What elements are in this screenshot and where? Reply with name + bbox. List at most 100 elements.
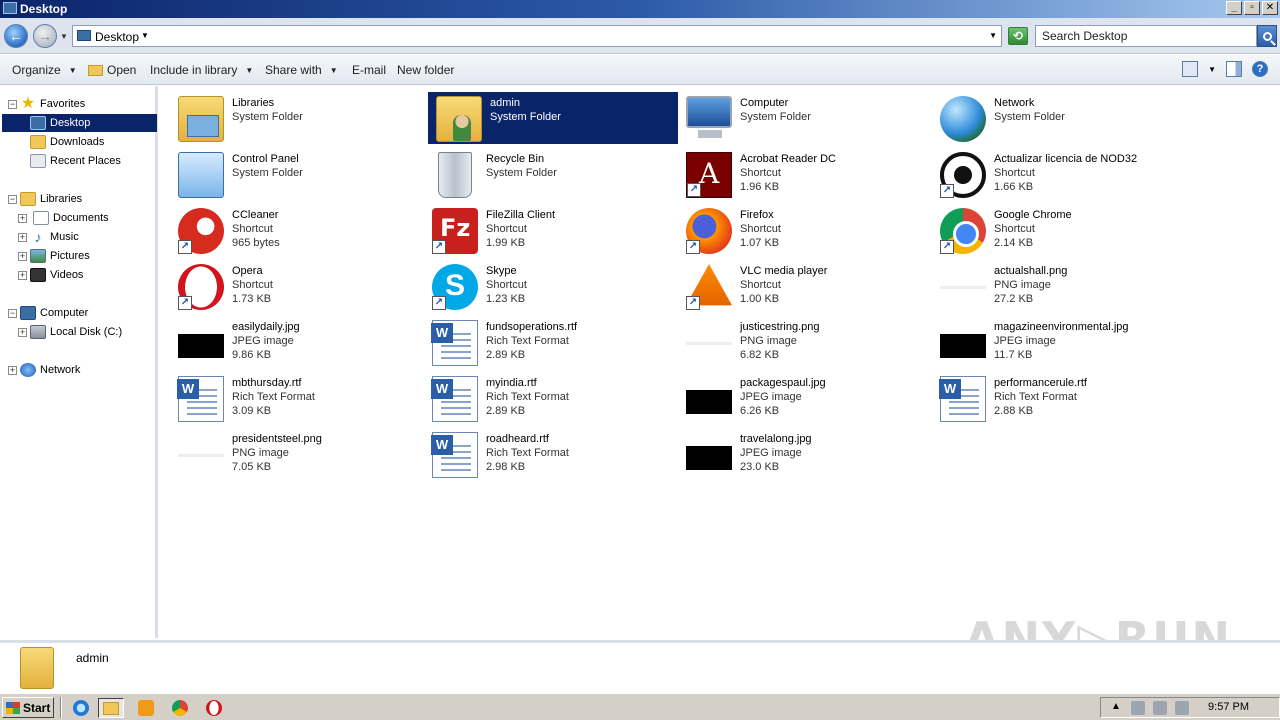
recent-pages-dropdown[interactable]: ▼ [60,32,68,41]
file-item-acrobat[interactable]: ↗ Acrobat Reader DC Shortcut 1.96 KB [678,148,928,200]
file-item-ccleaner[interactable]: ↗ CCleaner Shortcut 965 bytes [170,204,420,256]
expand-icon[interactable]: + [8,365,17,375]
file-item-computer[interactable]: Computer System Folder [678,92,928,144]
file-item-magazineenvironmental[interactable]: magazineenvironmental.jpg JPEG image 11.… [932,316,1182,368]
nav-desktop[interactable]: Desktop [2,114,157,132]
file-item-packagespaul[interactable]: packagespaul.jpg JPEG image 6.26 KB [678,372,928,424]
nav-videos[interactable]: + Videos [0,266,83,284]
file-item-control-panel[interactable]: Control Panel System Folder [170,148,420,200]
new-folder-button[interactable]: New folder [397,63,454,77]
file-item-actualshall[interactable]: actualshall.png PNG image 27.2 KB [932,260,1182,312]
file-item-nod32[interactable]: ↗ Actualizar licencia de NOD32 Shortcut … [932,148,1182,200]
action-center-flag-icon[interactable] [1175,700,1189,715]
taskbar-chrome[interactable] [167,698,193,718]
file-item-filezilla[interactable]: ↗ FileZilla Client Shortcut 1.99 KB [424,204,674,256]
taskbar-separator [60,697,62,718]
file-item-easilydaily[interactable]: easilydaily.jpg JPEG image 9.86 KB [170,316,420,368]
nav-downloads[interactable]: Downloads [0,133,104,151]
minimize-button[interactable]: _ [1226,1,1242,15]
collapse-icon[interactable]: − [8,99,17,109]
nav-computer[interactable]: − Computer [0,304,88,322]
item-name: myindia.rtf [486,377,537,389]
collapse-icon[interactable]: − [8,194,17,204]
network-status-icon[interactable] [1131,700,1145,715]
forward-button[interactable]: → [33,24,57,48]
organize-button[interactable]: Organize ▼ [12,63,77,77]
taskbar-internet-explorer[interactable] [68,698,94,718]
nav-downloads-label: Downloads [50,136,105,148]
taskbar-windows-explorer[interactable] [98,698,124,718]
shortcut-arrow-icon: ↗ [432,240,446,254]
nav-documents-label: Documents [53,212,109,224]
search-input[interactable]: Search Desktop [1035,25,1257,47]
file-item-skype[interactable]: ↗ Skype Shortcut 1.23 KB [424,260,674,312]
nav-recent-places[interactable]: Recent Places [0,152,121,170]
file-item-vlc[interactable]: ↗ VLC media player Shortcut 1.00 KB [678,260,928,312]
open-button[interactable]: Open [88,63,136,77]
file-item-recycle-bin[interactable]: Recycle Bin System Folder [424,148,674,200]
file-item-libraries[interactable]: Libraries System Folder [170,92,420,144]
file-item-firefox[interactable]: ↗ Firefox Shortcut 1.07 KB [678,204,928,256]
restore-button[interactable]: ▫ [1244,1,1260,15]
nav-music[interactable]: + ♪ Music [0,228,79,246]
nav-favorites[interactable]: − ★ Favorites [0,95,155,113]
user-folder-icon [20,647,54,689]
file-item-roadheard[interactable]: roadheard.rtf Rich Text Format 2.98 KB [424,428,674,480]
details-item-name: admin [76,651,109,665]
address-bar[interactable]: Desktop ▼ ▼ [72,25,1002,47]
include-in-library-button[interactable]: Include in library ▼ [150,63,253,77]
nav-network[interactable]: + Network [0,361,80,379]
search-button[interactable] [1257,25,1277,47]
show-hidden-icons-icon[interactable]: ▲ [1109,701,1123,715]
address-history-dropdown[interactable]: ▼ [989,31,997,40]
nav-local-disk[interactable]: + Local Disk (C:) [0,323,122,341]
expand-icon[interactable]: + [18,327,27,337]
nav-documents[interactable]: + Documents [0,209,109,227]
back-button[interactable]: ← [4,24,28,48]
preview-pane-icon[interactable] [1226,61,1242,77]
volume-icon[interactable] [1153,700,1167,715]
file-item-performancerule[interactable]: performancerule.rtf Rich Text Format 2.8… [932,372,1182,424]
navigation-pane: − ★ Favorites Desktop Downloads Recent P… [0,86,158,638]
expand-icon[interactable]: + [18,251,27,261]
rtf-document-icon [431,320,478,366]
view-dropdown-icon[interactable]: ▼ [1208,65,1216,74]
nav-pictures[interactable]: + Pictures [0,247,90,265]
expand-icon[interactable]: + [18,270,27,280]
taskbar-opera[interactable] [201,698,227,718]
file-item-travelalong[interactable]: travelalong.jpg JPEG image 23.0 KB [678,428,928,480]
file-item-presidentsteel[interactable]: presidentsteel.png PNG image 7.05 KB [170,428,420,480]
open-label: Open [107,63,137,77]
file-item-myindia[interactable]: myindia.rtf Rich Text Format 2.89 KB [424,372,674,424]
breadcrumb-desktop[interactable]: Desktop [95,30,139,44]
item-name: Google Chrome [994,209,1072,221]
refresh-button[interactable]: ⟲ [1008,27,1028,45]
item-name: Control Panel [232,153,299,165]
file-item-justicestring[interactable]: justicestring.png PNG image 6.82 KB [678,316,928,368]
file-item-admin[interactable]: admin System Folder [428,92,678,144]
taskbar-media-player[interactable] [133,698,159,718]
file-item-mbthursday[interactable]: mbthursday.rtf Rich Text Format 3.09 KB [170,372,420,424]
expand-icon[interactable]: + [18,213,27,223]
file-item-network[interactable]: Network System Folder [932,92,1182,144]
file-item-opera[interactable]: ↗ Opera Shortcut 1.73 KB [170,260,420,312]
breadcrumb-chevron-icon[interactable]: ▼ [141,31,149,40]
close-button[interactable]: ✕ [1262,1,1278,15]
nav-libraries[interactable]: − Libraries [0,190,82,208]
start-button[interactable]: Start [2,697,54,718]
help-icon[interactable]: ? [1252,61,1268,77]
collapse-icon[interactable]: − [8,308,17,318]
expand-icon[interactable]: + [18,232,27,242]
change-view-icon[interactable] [1182,61,1199,77]
clock[interactable]: 9:57 PM [1208,701,1249,713]
taskbar: Start ▲ 9:57 PM [0,693,1280,720]
file-item-fundsoperations[interactable]: fundsoperations.rtf Rich Text Format 2.8… [424,316,674,368]
item-type: Rich Text Format [994,391,1077,403]
share-with-button[interactable]: Share with ▼ [265,63,338,77]
desktop-location-icon [77,30,91,41]
rtf-document-icon [431,376,478,422]
item-name: Libraries [232,97,275,109]
item-name: VLC media player [740,265,828,277]
file-item-chrome[interactable]: ↗ Google Chrome Shortcut 2.14 KB [932,204,1182,256]
email-button[interactable]: E-mail [352,63,386,77]
